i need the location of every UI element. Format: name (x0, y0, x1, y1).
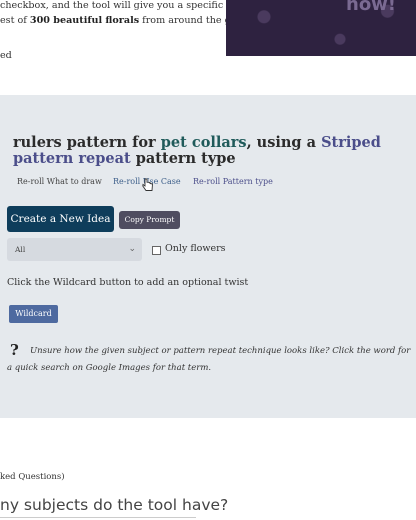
faq-question[interactable]: ny subjects do the tool have? (0, 496, 228, 514)
category-select[interactable]: All ⌄ (7, 238, 142, 261)
prompt-subject-link[interactable]: pet collars (161, 134, 247, 151)
intro-text-line: ed (0, 50, 12, 61)
generated-prompt: rulers pattern for pet collars, using a … (13, 135, 413, 167)
faq-subheading: ked Questions) (0, 472, 65, 482)
chevron-down-icon: ⌄ (128, 244, 136, 254)
only-flowers-label[interactable]: Only flowers (165, 243, 226, 254)
promo-image[interactable]: now! (226, 0, 416, 56)
prompt-text: , using a (246, 134, 322, 151)
hand-cursor-icon (142, 178, 153, 191)
intro-text: est of (0, 15, 30, 26)
intro-text-line: est of 300 beautiful florals from around… (0, 15, 254, 26)
help-text: Unsure how the given subject or pattern … (7, 346, 411, 373)
intro-text-line: checkbox, and the tool will give you a s… (0, 0, 224, 11)
faq-divider (0, 517, 196, 518)
prompt-text: pattern type (130, 150, 236, 167)
only-flowers-checkbox[interactable] (152, 246, 161, 255)
create-new-idea-button[interactable]: Create a New Idea (7, 206, 114, 232)
copy-prompt-button[interactable]: Copy Prompt (119, 211, 180, 229)
reroll-pattern-type-link[interactable]: Re-roll Pattern type (193, 177, 273, 186)
reroll-what-link[interactable]: Re-roll What to draw (17, 177, 102, 186)
wildcard-hint: Click the Wildcard button to add an opti… (7, 277, 249, 288)
intro-bold-text: 300 beautiful florals (29, 15, 140, 26)
wildcard-button[interactable]: Wildcard (9, 305, 58, 323)
prompt-text: rulers pattern for (13, 134, 161, 151)
promo-text: now! (346, 0, 397, 15)
category-select-value: All (15, 245, 26, 254)
